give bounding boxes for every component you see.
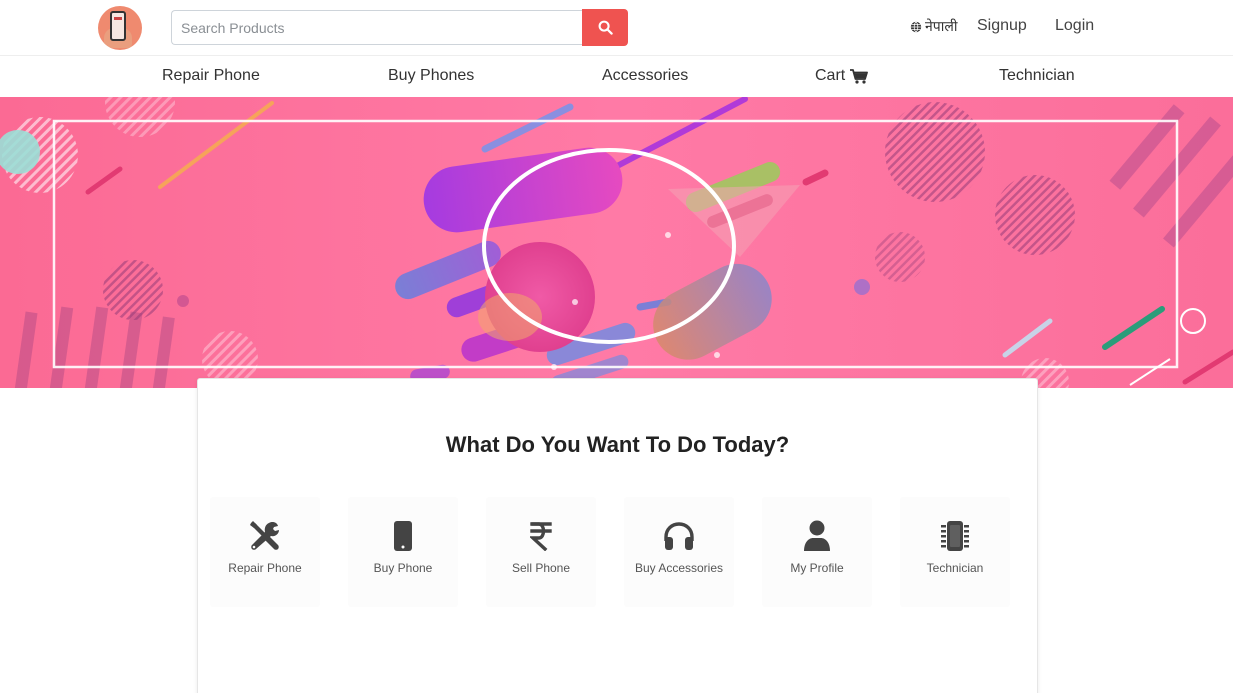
banner-artwork <box>0 97 1233 388</box>
tile-label: Buy Phone <box>373 561 433 575</box>
mobile-icon <box>394 521 412 551</box>
nav-item-label: Repair Phone <box>162 67 260 84</box>
site-logo[interactable] <box>98 6 142 50</box>
services-card: What Do You Want To Do Today? Repair Pho… <box>197 378 1038 693</box>
tile-buy-accessories[interactable]: Buy Accessories <box>624 497 734 607</box>
tile-sell-phone[interactable]: Sell Phone <box>486 497 596 607</box>
tools-icon <box>250 521 279 550</box>
headphones-icon <box>664 522 694 550</box>
language-label: नेपाली <box>925 18 958 34</box>
tile-label: My Profile <box>790 561 844 575</box>
rupee-icon <box>530 522 552 551</box>
nav-item-label: Technician <box>999 67 1075 84</box>
nav-item-label: Accessories <box>602 67 689 84</box>
login-link[interactable]: Login <box>1055 17 1094 35</box>
top-header: नेपाली Signup Login <box>0 0 1233 56</box>
nav-item-label: Buy Phones <box>388 67 475 84</box>
nav-item-buy-phones[interactable]: Buy Phones <box>388 67 474 85</box>
microchip-icon <box>941 521 969 551</box>
search-button[interactable] <box>582 9 628 46</box>
nav-item-label: Cart <box>815 67 846 84</box>
search-bar <box>171 9 628 46</box>
tile-technician[interactable]: Technician <box>900 497 1010 607</box>
signup-link[interactable]: Signup <box>977 17 1027 35</box>
language-switch[interactable]: नेपाली <box>910 17 957 36</box>
tile-buy-phone[interactable]: Buy Phone <box>348 497 458 607</box>
cart-icon <box>850 68 869 84</box>
tile-label: Buy Accessories <box>634 561 724 575</box>
main-nav: Repair Phone Buy Phones Accessories Cart… <box>0 56 1233 97</box>
tile-label: Sell Phone <box>511 561 571 575</box>
page-title: What Do You Want To Do Today? <box>445 432 790 457</box>
tile-repair-phone[interactable]: Repair Phone <box>210 497 320 607</box>
search-input[interactable] <box>171 10 583 45</box>
tile-label: Repair Phone <box>228 561 302 575</box>
nav-item-technician[interactable]: Technician <box>999 67 1075 85</box>
search-icon <box>598 20 613 35</box>
user-icon <box>804 520 830 551</box>
nav-item-accessories[interactable]: Accessories <box>602 67 688 85</box>
tile-label: Technician <box>926 561 984 575</box>
hero-banner <box>0 97 1233 388</box>
nav-item-repair-phone[interactable]: Repair Phone <box>162 67 260 85</box>
nav-item-cart[interactable]: Cart <box>815 67 869 85</box>
logo-phone-graphic <box>110 11 126 41</box>
globe-icon <box>910 21 922 32</box>
tile-my-profile[interactable]: My Profile <box>762 497 872 607</box>
